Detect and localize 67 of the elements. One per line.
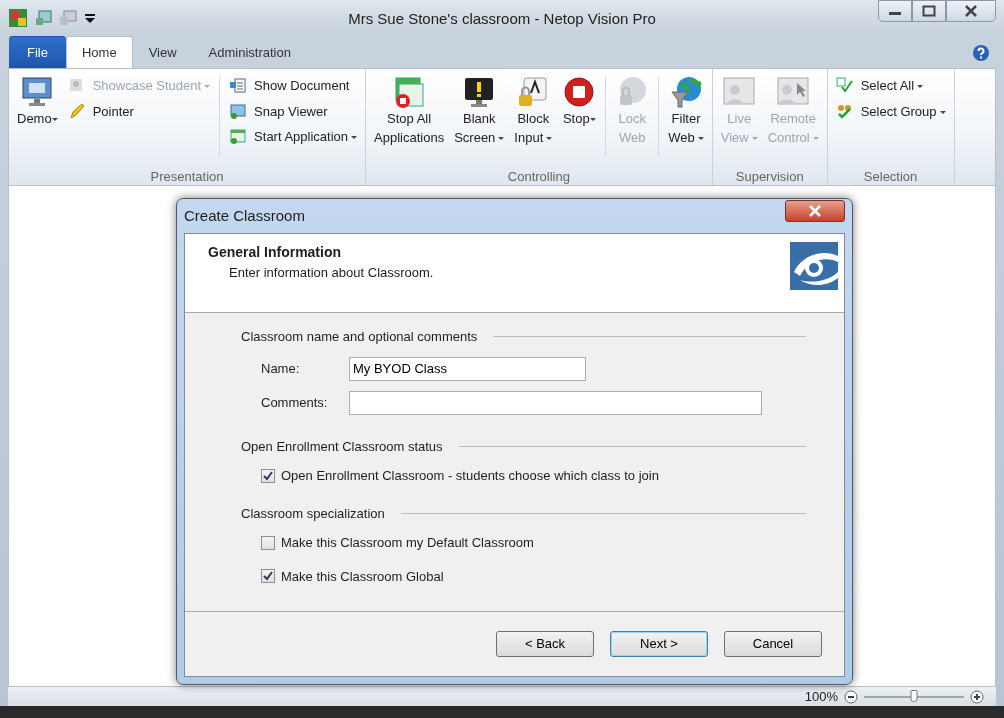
checkbox[interactable] (261, 569, 275, 584)
customize-menu-icon (83, 11, 96, 24)
dialog-close-button[interactable] (785, 200, 845, 222)
ribbon-tab[interactable]: View (132, 35, 193, 68)
group-label: Presentation (149, 168, 225, 185)
window-title: Mrs Sue Stone's classroom - Netop Vision Pro (348, 9, 656, 29)
people-check-icon (835, 102, 853, 120)
ribbon-button[interactable]: Select All (831, 76, 950, 96)
text-field[interactable]: My BYOD Class (349, 356, 586, 381)
ribbon-tab[interactable]: File (9, 35, 66, 68)
checkbox-label: Make this Classroom my Default Classroom (281, 534, 534, 552)
checkbox[interactable] (261, 468, 275, 483)
toolbar-icon (59, 8, 77, 27)
checkbox[interactable] (261, 535, 275, 550)
field-label: Name: (261, 359, 301, 378)
stop-applications-icon (392, 75, 427, 109)
dialog-button[interactable]: Next > (610, 631, 708, 657)
section-title: Open Enrollment Classroom status (241, 437, 443, 456)
dialog-button[interactable]: Cancel (724, 631, 822, 657)
toolbar-icon (34, 8, 53, 27)
header-subtitle: Enter information about Classroom. (228, 264, 435, 282)
dialog-title: Create Classroom (184, 205, 305, 226)
field-label: Comments: (261, 393, 329, 412)
pencil-icon (67, 102, 85, 120)
checkbox-label: Make this Classroom Global (281, 567, 444, 586)
maximize-button[interactable] (912, 0, 946, 22)
help-icon (972, 43, 990, 62)
close-icon (964, 5, 978, 17)
ribbon-tab[interactable]: Administration (192, 35, 307, 68)
ribbon-button[interactable]: Stop All Applications (370, 73, 449, 167)
checklist-icon (835, 77, 853, 95)
ribbon-button[interactable]: Select Group (831, 101, 950, 121)
ribbon-button[interactable]: Demo (13, 73, 62, 167)
dialog-button[interactable]: < Back (496, 631, 594, 657)
group-label: Controlling (506, 168, 571, 185)
document-icon (229, 77, 247, 95)
close-button[interactable] (946, 0, 996, 22)
globe-filter-icon (669, 75, 704, 109)
picture-icon (229, 102, 247, 120)
group-label: Selection (862, 168, 919, 185)
ribbon-button[interactable]: Start Application (225, 127, 362, 147)
eye-logo-icon (790, 242, 838, 290)
close-icon (808, 205, 822, 217)
minimize-button[interactable] (878, 0, 912, 22)
section-title: Classroom specialization (241, 504, 385, 523)
section-title: Classroom name and optional comments (241, 328, 478, 346)
text-field[interactable] (349, 390, 762, 415)
checkbox-label: Open Enrollment Classroom - students choose which class to join (281, 467, 659, 485)
ribbon-button[interactable]: Snap Viewer (225, 101, 362, 121)
zoom-level: 100% (804, 687, 838, 706)
header-title: General Information (208, 243, 343, 262)
app-logo-icon (8, 7, 28, 28)
plus-icon (970, 690, 984, 705)
stop-icon (562, 75, 597, 109)
ribbon-tab[interactable]: Home (65, 35, 133, 68)
monitor-icon (20, 75, 55, 109)
ribbon-button[interactable]: Blank Screen (450, 73, 509, 167)
ribbon-button[interactable]: Filter Web (664, 73, 708, 167)
zoom-slider-thumb[interactable] (910, 689, 918, 702)
ribbon-button[interactable]: Block Input (510, 73, 557, 167)
ribbon-button[interactable]: Pointer (63, 101, 215, 121)
minus-icon (844, 690, 858, 705)
window-icon (229, 128, 247, 146)
ribbon-button[interactable]: Show Document (225, 76, 362, 96)
maximize-icon (922, 5, 936, 17)
ribbon-button[interactable]: Stop (558, 73, 601, 167)
group-label: Supervision (734, 168, 805, 185)
